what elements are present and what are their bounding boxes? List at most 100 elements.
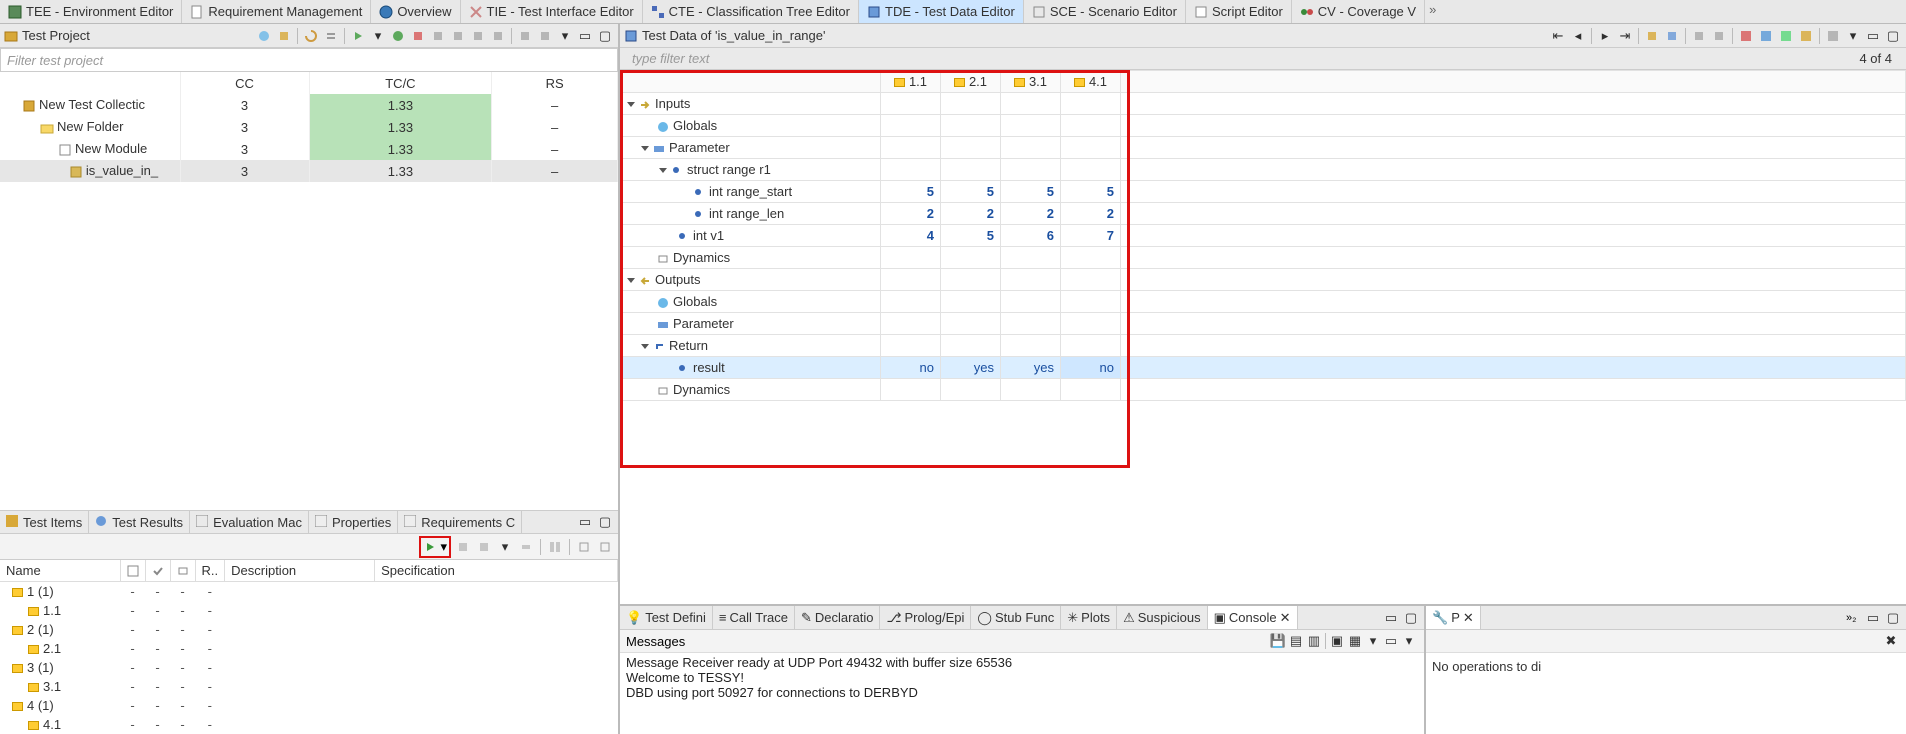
con-max-icon[interactable]: ▢	[1402, 609, 1420, 627]
tab-test-results[interactable]: Test Results	[89, 511, 190, 533]
gen6-icon[interactable]	[536, 27, 554, 45]
ib6-icon[interactable]	[575, 538, 593, 556]
ch2-icon[interactable]: ▥	[1305, 632, 1323, 650]
ib1-icon[interactable]	[454, 538, 472, 556]
ops-max-icon[interactable]: ▢	[1884, 609, 1902, 627]
nav-next-icon[interactable]: ▸	[1596, 27, 1614, 45]
td-d-icon[interactable]	[1710, 27, 1728, 45]
test-item-row[interactable]: 4 (1)----	[0, 696, 618, 715]
run-dropdown-icon[interactable]: ▾	[369, 27, 387, 45]
tree-row[interactable]: Globals	[621, 115, 1906, 137]
ch3-icon[interactable]: ▣	[1328, 632, 1346, 650]
ch4-icon[interactable]: ▦	[1346, 632, 1364, 650]
test-item-row[interactable]: 1.1----	[0, 601, 618, 620]
tab-stub-func[interactable]: ◯Stub Func	[971, 606, 1061, 629]
ib2-icon[interactable]	[475, 538, 493, 556]
tab-cv[interactable]: CV - Coverage V	[1292, 0, 1425, 23]
tree-row[interactable]: Outputs	[621, 269, 1906, 291]
tab-tde[interactable]: TDE - Test Data Editor	[859, 0, 1024, 23]
min-icon[interactable]: ▭	[576, 27, 594, 45]
test-data-filter[interactable]	[626, 47, 1851, 71]
td-c-icon[interactable]	[1690, 27, 1708, 45]
td-f-icon[interactable]	[1757, 27, 1775, 45]
ch1-icon[interactable]: ▤	[1287, 632, 1305, 650]
tab-requirement[interactable]: Requirement Management	[182, 0, 371, 23]
tab-suspicious[interactable]: ⚠Suspicious	[1117, 606, 1208, 629]
tab-script[interactable]: Script Editor	[1186, 0, 1292, 23]
test-item-row[interactable]: 4.1----	[0, 715, 618, 734]
td-max-icon[interactable]: ▢	[1884, 27, 1902, 45]
save-icon[interactable]: 💾	[1269, 632, 1287, 650]
tab-test-def[interactable]: 💡Test Defini	[620, 606, 713, 629]
tree-row[interactable]: int range_start5555	[621, 181, 1906, 203]
ib7-icon[interactable]	[596, 538, 614, 556]
tab-cte[interactable]: CTE - Classification Tree Editor	[643, 0, 859, 23]
tree-row[interactable]: New Module 31.33–	[0, 138, 618, 160]
btn-a[interactable]	[255, 27, 273, 45]
gen4-icon[interactable]	[489, 27, 507, 45]
tab-plots[interactable]: ✳Plots	[1061, 606, 1117, 629]
tab-tie[interactable]: TIE - Test Interface Editor	[461, 0, 643, 23]
debug-icon[interactable]	[389, 27, 407, 45]
tab-call-trace[interactable]: ≡Call Trace	[713, 606, 795, 629]
tree-row[interactable]: Globals	[621, 291, 1906, 313]
close-icon[interactable]: ✕	[1463, 610, 1474, 626]
tab-test-items[interactable]: Test Items	[0, 511, 89, 533]
test-item-row[interactable]: 2 (1)----	[0, 620, 618, 639]
tab-overview[interactable]: Overview	[371, 0, 460, 23]
max-icon[interactable]: ▢	[596, 27, 614, 45]
tree-row[interactable]: New Test Collectic 31.33–	[0, 94, 618, 116]
tab-sce[interactable]: SCE - Scenario Editor	[1024, 0, 1186, 23]
tree-row[interactable]: is_value_in_ 31.33–	[0, 160, 618, 182]
td-h-icon[interactable]	[1797, 27, 1815, 45]
tree-row[interactable]: Return	[621, 335, 1906, 357]
tree-row[interactable]: int v14567	[621, 225, 1906, 247]
tab-eval-mac[interactable]: Evaluation Mac	[190, 511, 309, 533]
td-menu-icon[interactable]: ▾	[1844, 27, 1862, 45]
test-item-row[interactable]: 2.1----	[0, 639, 618, 658]
tab-console[interactable]: ▣Console ✕	[1208, 606, 1298, 629]
tab-prolog-epi[interactable]: ⎇Prolog/Epi	[880, 606, 971, 629]
step-icon[interactable]	[409, 27, 427, 45]
run-icon[interactable]	[349, 27, 367, 45]
tree-row-selected[interactable]: resultnoyesyesno	[621, 357, 1906, 379]
gen3-icon[interactable]	[469, 27, 487, 45]
tree-row[interactable]: Dynamics	[621, 247, 1906, 269]
nav-last-icon[interactable]: ⇥	[1616, 27, 1634, 45]
tab-req-cov[interactable]: Requirements C	[398, 511, 522, 533]
refresh-icon[interactable]	[302, 27, 320, 45]
run-button-highlighted[interactable]: ▾	[419, 536, 451, 558]
tab-properties[interactable]: Properties	[309, 511, 398, 533]
tab-tee[interactable]: TEE - Environment Editor	[0, 0, 182, 23]
gen5-icon[interactable]	[516, 27, 534, 45]
td-min-icon[interactable]: ▭	[1864, 27, 1882, 45]
con-min-icon[interactable]: ▭	[1382, 609, 1400, 627]
td-a-icon[interactable]	[1643, 27, 1661, 45]
view-max-icon[interactable]: ▢	[596, 513, 614, 531]
ib3-icon[interactable]: ▾	[496, 538, 514, 556]
tree-row[interactable]: int range_len2222	[621, 203, 1906, 225]
tab-declaration[interactable]: ✎Declaratio	[795, 606, 880, 629]
ops-overflow[interactable]: »₂	[1846, 612, 1856, 624]
gen2-icon[interactable]	[449, 27, 467, 45]
ops-min-icon[interactable]: ▭	[1864, 609, 1882, 627]
nav-first-icon[interactable]: ⇤	[1549, 27, 1567, 45]
test-item-row[interactable]: 3.1----	[0, 677, 618, 696]
tree-row[interactable]: Parameter	[621, 313, 1906, 335]
ch6-icon[interactable]: ▭	[1382, 632, 1400, 650]
ops-x-icon[interactable]: ✖	[1882, 632, 1900, 650]
tab-p[interactable]: 🔧P ✕	[1426, 606, 1481, 629]
test-item-row[interactable]: 3 (1)----	[0, 658, 618, 677]
close-icon[interactable]: ✕	[1280, 610, 1291, 626]
tree-row[interactable]: Dynamics	[621, 379, 1906, 401]
tree-row[interactable]: struct range r1	[621, 159, 1906, 181]
td-b-icon[interactable]	[1663, 27, 1681, 45]
view-min-icon[interactable]: ▭	[576, 513, 594, 531]
test-project-filter[interactable]	[0, 48, 618, 72]
tree-row[interactable]: Parameter	[621, 137, 1906, 159]
tab-overflow[interactable]: »	[1425, 0, 1440, 23]
ch7-icon[interactable]: ▾	[1400, 632, 1418, 650]
td-e-icon[interactable]	[1737, 27, 1755, 45]
btn-b[interactable]	[275, 27, 293, 45]
test-item-row[interactable]: 1 (1)----	[0, 582, 618, 602]
